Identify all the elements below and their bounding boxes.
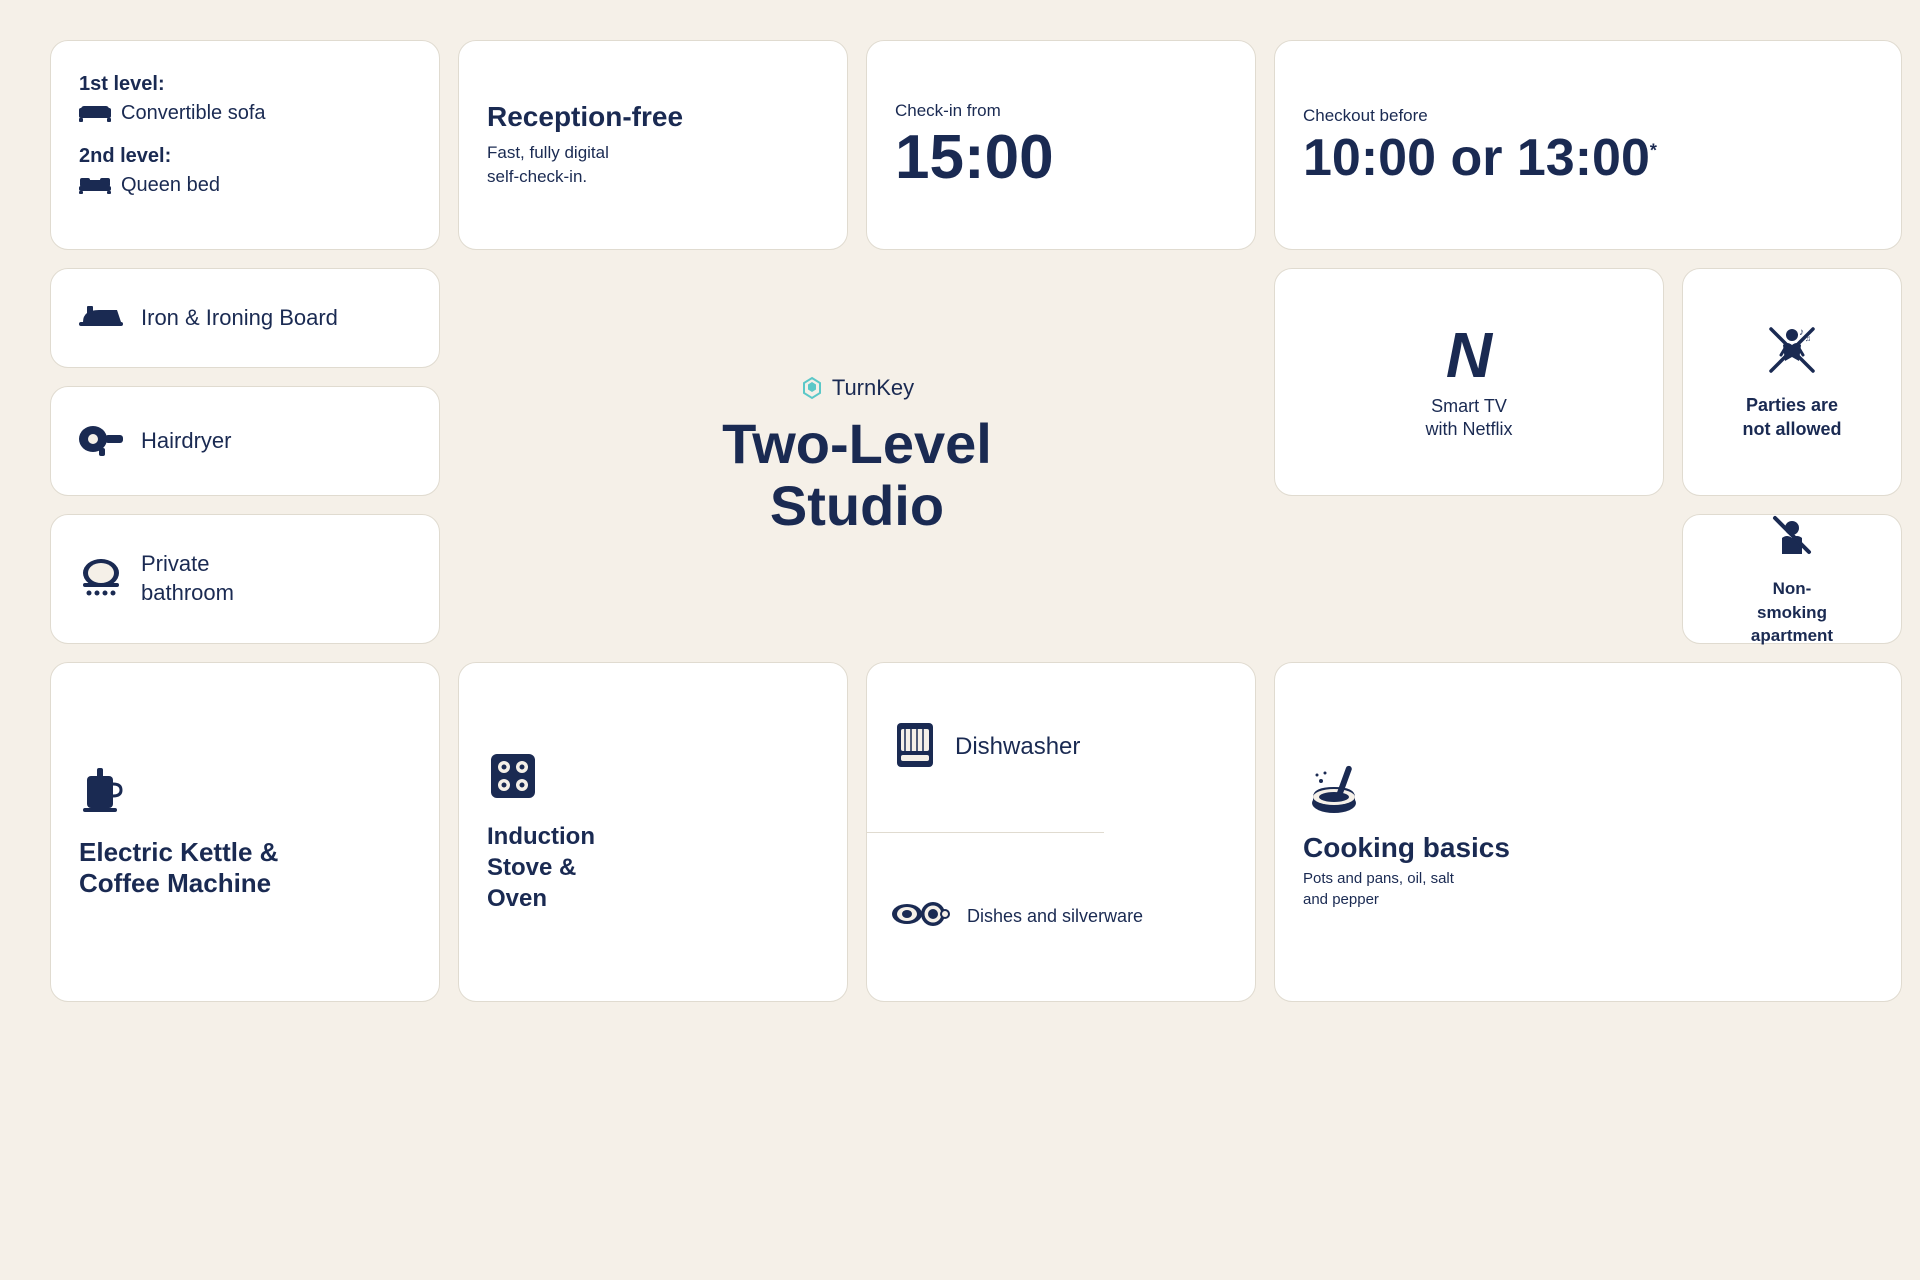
dishwasher-label: Dishwasher <box>955 733 1080 761</box>
reception-subtitle: Fast, fully digital self-check-in. <box>487 141 609 189</box>
card-beds: 1st level: Convertible sofa 2nd level: <box>50 40 440 250</box>
nosmoking-icon <box>1767 510 1817 565</box>
kettle-label: Electric Kettle &Coffee Machine <box>79 837 278 899</box>
checkout-time: 10:00 or 13:00* <box>1303 132 1657 184</box>
card-bathroom: Privatebathroom <box>50 514 440 644</box>
silverware-section: Dishes and silverware <box>867 833 1167 1002</box>
main-container: 1st level: Convertible sofa 2nd level: <box>50 40 1870 1240</box>
level1-item: Convertible sofa <box>121 102 266 125</box>
netflix-n: N <box>1446 323 1492 387</box>
turnkey-icon <box>800 376 824 400</box>
nosmoking-label: Non-smokingapartment <box>1751 577 1833 648</box>
silverware-label: Dishes and silverware <box>967 906 1143 927</box>
card-parties: ♪ ♫ Parties arenot allowed <box>1682 268 1902 496</box>
card-checkin: Check-in from 15:00 <box>866 40 1256 250</box>
card-turnkey-center: TurnKey Two-Level Studio <box>458 268 1256 644</box>
kettle-icon <box>79 766 127 823</box>
hairdryer-label: Hairdryer <box>141 428 231 454</box>
card-checkout: Checkout before 10:00 or 13:00* <box>1274 40 1902 250</box>
checkout-label: Checkout before <box>1303 106 1428 126</box>
silverware-icon <box>891 895 951 938</box>
induction-icon <box>487 750 539 807</box>
level2-label: 2nd level: <box>79 145 266 168</box>
iron-icon <box>79 302 123 335</box>
card-hairdryer: Hairdryer <box>50 386 440 496</box>
iron-label: Iron & Ironing Board <box>141 305 338 331</box>
level2-item: Queen bed <box>121 174 220 197</box>
cooking-icon <box>1303 755 1365 822</box>
reception-title: Reception-free <box>487 101 683 133</box>
level1-label: 1st level: <box>79 73 266 96</box>
dishwasher-section: Dishwasher <box>867 663 1104 833</box>
card-smarttv: N Smart TVwith Netflix <box>1274 268 1664 496</box>
card-dishwasher-split: Dishwasher Dishes and silverware <box>866 662 1256 1002</box>
turnkey-brand: TurnKey <box>800 375 914 401</box>
induction-label: InductionStove &Oven <box>487 821 595 915</box>
dishwasher-icon <box>891 721 939 774</box>
parties-icon: ♪ ♫ <box>1765 323 1819 382</box>
checkin-label: Check-in from <box>895 101 1001 121</box>
bathroom-icon <box>79 555 123 604</box>
checkin-time: 15:00 <box>895 127 1054 189</box>
card-reception: Reception-free Fast, fully digital self-… <box>458 40 848 250</box>
card-kettle: Electric Kettle &Coffee Machine <box>50 662 440 1002</box>
card-nosmoking: Non-smokingapartment <box>1682 514 1902 644</box>
card-cooking: Cooking basics Pots and pans, oil, salta… <box>1274 662 1902 1002</box>
card-iron: Iron & Ironing Board <box>50 268 440 368</box>
studio-title: Two-Level Studio <box>722 413 992 536</box>
card-induction: InductionStove &Oven <box>458 662 848 1002</box>
bathroom-label: Privatebathroom <box>141 550 234 607</box>
sofa-icon <box>79 100 111 127</box>
cooking-title: Cooking basics <box>1303 832 1510 864</box>
parties-label: Parties arenot allowed <box>1743 394 1842 441</box>
hairdryer-icon <box>79 422 123 461</box>
bed-icon <box>79 172 111 199</box>
cooking-subtitle: Pots and pans, oil, saltand pepper <box>1303 868 1454 910</box>
smarttv-label: Smart TVwith Netflix <box>1425 395 1512 442</box>
